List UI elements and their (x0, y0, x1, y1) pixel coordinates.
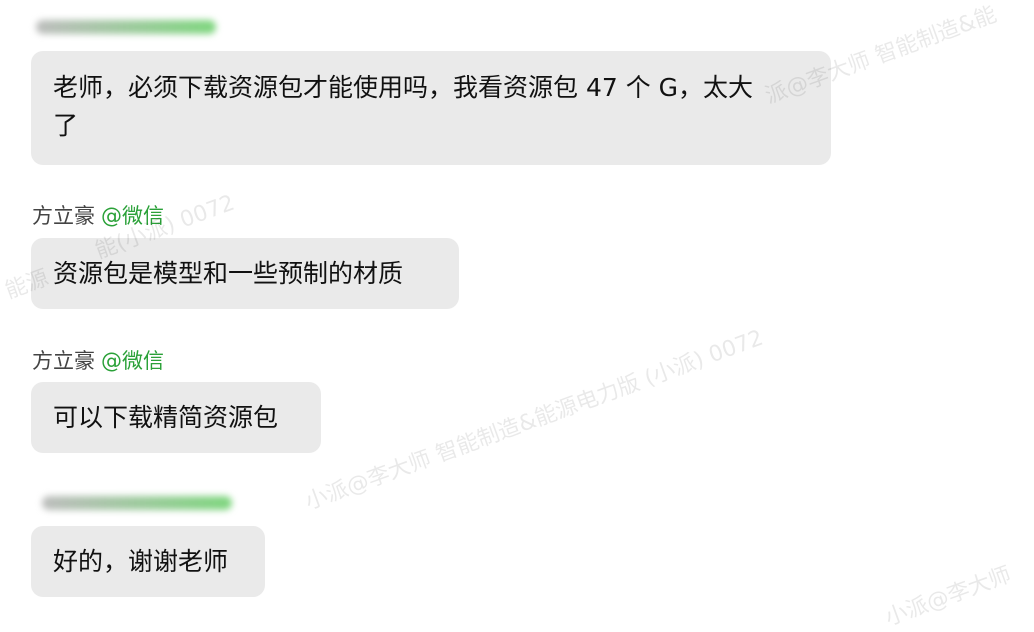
message-text: 老师，必须下载资源包才能使用吗，我看资源包 47 个 G，太大 了 (53, 73, 754, 140)
blurred-sender-name (36, 20, 216, 34)
watermark: 小派@李大师 智能制造&能源电力版 (小派) 0072 (302, 325, 767, 516)
message-bubble[interactable]: 老师，必须下载资源包才能使用吗，我看资源包 47 个 G，太大 了 (31, 51, 831, 165)
sender-label: 方立豪 @微信 (32, 203, 164, 229)
chat-history: 老师，必须下载资源包才能使用吗，我看资源包 47 个 G，太大 了 方立豪 @微信… (0, 0, 1034, 631)
sender-handle: @微信 (101, 204, 164, 228)
blurred-sender-name (42, 496, 232, 510)
message-text: 资源包是模型和一些预制的材质 (53, 259, 404, 288)
sender-label: 方立豪 @微信 (32, 348, 164, 374)
watermark: 小派@李大师 (882, 562, 1015, 632)
message-bubble[interactable]: 可以下载精简资源包 (31, 382, 321, 453)
sender-name[interactable]: 方立豪 (32, 349, 95, 373)
sender-name[interactable]: 方立豪 (32, 204, 95, 228)
message-text: 好的，谢谢老师 (53, 547, 229, 576)
message-text: 可以下载精简资源包 (53, 403, 279, 432)
message-bubble[interactable]: 资源包是模型和一些预制的材质 (31, 238, 459, 309)
sender-handle: @微信 (101, 349, 164, 373)
message-bubble[interactable]: 好的，谢谢老师 (31, 526, 265, 597)
